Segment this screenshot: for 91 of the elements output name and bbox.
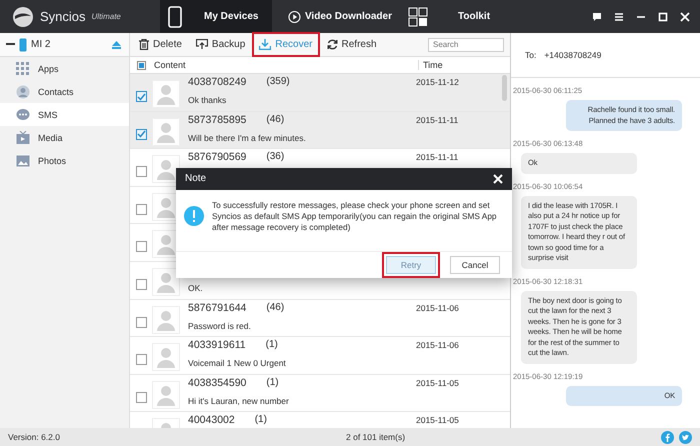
sidebar-item[interactable]: Media [0, 126, 129, 149]
refresh-icon [326, 39, 338, 50]
row-checkbox[interactable] [136, 354, 147, 366]
grid-icon [408, 6, 428, 26]
message-count: (1) [266, 376, 279, 389]
row-checkbox[interactable] [136, 392, 147, 403]
collapse-icon[interactable] [6, 43, 15, 46]
row-checkbox[interactable] [136, 91, 147, 102]
version-label: Version: 6.2.0 [8, 432, 61, 442]
row-checkbox[interactable] [136, 166, 147, 178]
to-label: To: [525, 50, 536, 60]
nav-tab[interactable]: Toolkit [400, 0, 520, 33]
avatar-silhouette-icon [152, 343, 180, 372]
dialog-message: To successfully restore messages, please check your phone screen and set Syncios as default SMS App temporarily(you can regain the original SMS App after message recovery is completed) [212, 200, 498, 233]
row-checkbox[interactable] [136, 278, 147, 290]
sidebar-item[interactable]: Photos [0, 149, 129, 172]
date-cell-text: 2015-11-11 [416, 151, 458, 162]
person-icon [16, 84, 30, 98]
dialog-button[interactable]: Cancel [450, 256, 500, 274]
eject-icon[interactable] [112, 40, 121, 48]
recipient-number: +14038708249 [544, 50, 602, 60]
message-preview: OK. [188, 282, 204, 293]
download-icon [259, 39, 272, 50]
monitor-upload-icon [196, 39, 208, 50]
avatar-silhouette-icon [152, 380, 180, 409]
date-cell-text: 2015-11-06 [416, 302, 459, 313]
message-preview: Will be there I'm a few minutes. [188, 132, 307, 143]
row-checkbox[interactable] [136, 128, 147, 140]
apps-icon [16, 62, 30, 76]
sidebar-item[interactable]: Apps [0, 57, 129, 80]
avatar-silhouette-icon [152, 155, 180, 184]
select-all-checkbox[interactable] [137, 60, 146, 70]
close-icon[interactable] [493, 174, 503, 184]
message-count: (1) [266, 339, 278, 352]
message-count: (46) [266, 302, 284, 314]
message-count: (36) [266, 151, 284, 164]
sidebar-item[interactable]: SMS [0, 103, 129, 126]
phone-number: 40043002 [188, 414, 235, 426]
info-icon [184, 206, 204, 226]
column-header: Time [422, 60, 443, 70]
message-count: (359) [266, 76, 290, 88]
date-cell-text: 2015-11-12 [416, 76, 459, 87]
bird-icon[interactable] [679, 430, 692, 444]
nav-tab[interactable]: My Devices [160, 0, 272, 33]
phone-icon [19, 38, 27, 52]
close-icon[interactable] [680, 12, 690, 22]
message-preview: Hi it's Lauran, new number [188, 396, 290, 406]
message-preview: Password is red. [188, 320, 252, 331]
sidebar-item[interactable]: Contacts [0, 80, 129, 103]
row-checkbox[interactable] [136, 241, 147, 252]
app-name: Syncios [40, 9, 86, 24]
toolbar-button[interactable]: Refresh [322, 34, 382, 55]
avatar-silhouette-icon [152, 268, 180, 296]
message-count: (1) [254, 414, 267, 426]
phone-number: 4033919611 [188, 339, 246, 352]
menu-icon[interactable] [614, 12, 624, 22]
scrollbar-thumb[interactable] [502, 75, 507, 101]
nav-tab[interactable]: Video Downloader [280, 0, 400, 33]
phone-number: 4038708249 [188, 76, 246, 88]
search-field[interactable]: Search [428, 38, 504, 52]
phone-icon [168, 6, 182, 28]
trash-icon [139, 39, 149, 50]
row-checkbox[interactable] [136, 316, 147, 328]
phone-number: 4038354590 [188, 376, 246, 389]
date-cell-text: 2015-11-05 [416, 414, 459, 426]
phone-number: 5876790569 [188, 151, 246, 164]
avatar-silhouette-icon [152, 306, 180, 334]
chat-icon[interactable] [592, 12, 602, 22]
facebook-icon[interactable] [661, 430, 674, 444]
tv-icon [16, 130, 30, 144]
avatar-silhouette-icon [152, 80, 180, 108]
toolbar-button[interactable]: Delete [134, 34, 187, 55]
date-cell-text: 2015-11-11 [416, 114, 458, 125]
message-count: (46) [266, 114, 284, 126]
phone-number: 5876791644 [188, 302, 246, 314]
avatar-silhouette-icon [152, 118, 180, 146]
date-cell-text: 2015-11-05 [416, 376, 459, 388]
message-preview: Ok thanks [188, 95, 228, 105]
picture-icon [16, 154, 30, 168]
item-count: 2 of 101 item(s) [345, 432, 406, 442]
logo-icon [12, 6, 34, 28]
message-preview: Voicemail 1 New 0 Urgent [188, 358, 287, 368]
chat-bubble-icon [16, 108, 30, 122]
date-cell-text: 2015-11-06 [416, 339, 459, 350]
dialog-title: Note [185, 173, 206, 184]
maximize-icon[interactable] [658, 12, 668, 22]
phone-number: 5873785895 [188, 114, 246, 126]
app-edition: Ultimate [92, 12, 121, 21]
column-header: Content [154, 60, 419, 70]
toolbar-button[interactable]: Backup [190, 34, 250, 55]
row-checkbox[interactable] [136, 204, 147, 215]
